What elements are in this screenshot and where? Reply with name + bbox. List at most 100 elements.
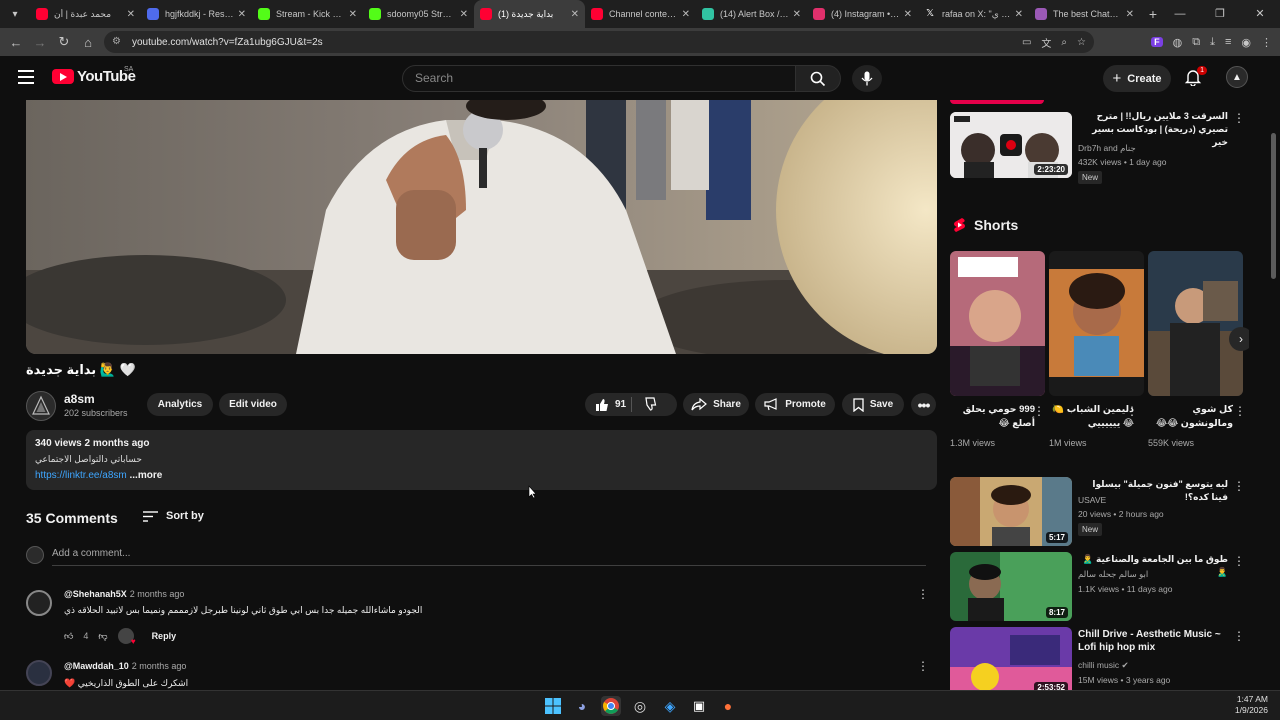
short-thumbnail[interactable] <box>1049 251 1144 396</box>
video-channel[interactable]: chilli music ✔ <box>1078 660 1129 671</box>
reading-list-icon[interactable]: ≡ <box>1225 36 1231 48</box>
short-thumbnail[interactable] <box>950 251 1045 396</box>
tab-1[interactable]: hgjfkddkj - Restre ✕ <box>141 0 252 28</box>
windows-start-icon[interactable] <box>543 696 563 716</box>
puzzle-icon[interactable]: ⧉ <box>1192 36 1200 49</box>
close-icon[interactable]: ✕ <box>238 9 246 20</box>
video-menu-icon[interactable]: ⋮ <box>1233 629 1245 643</box>
video-player[interactable] <box>26 100 937 354</box>
comment-author-handle[interactable]: @Shehanah5X <box>64 589 127 599</box>
search-input[interactable]: Search <box>402 65 796 92</box>
profile-avatar-icon[interactable]: ◉ <box>1241 36 1251 49</box>
like-button[interactable]: 91 <box>595 398 626 412</box>
close-icon[interactable]: ✕ <box>682 9 690 20</box>
thumb-up-icon[interactable]: 👍︎ <box>64 631 73 642</box>
video-channel[interactable]: ابو سالم جحله سالم <box>1078 569 1228 580</box>
comment-menu-icon[interactable]: ⋮ <box>917 587 929 601</box>
download-icon[interactable]: ⤓ <box>1210 36 1215 49</box>
creator-heart-icon[interactable]: ♥ <box>117 628 136 646</box>
analytics-button[interactable]: Analytics <box>147 393 213 416</box>
dislike-button[interactable] <box>645 397 659 414</box>
capcut-icon[interactable]: ▣ <box>689 696 709 716</box>
short-title[interactable]: 999 حومي يحلق أصلع 😂 <box>950 403 1035 431</box>
close-icon[interactable]: ✕ <box>1126 9 1134 20</box>
video-menu-icon[interactable]: ⋮ <box>1233 554 1245 568</box>
tab-3[interactable]: sdoomy05 Stream ✕ <box>363 0 474 28</box>
video-channel[interactable]: USAVE <box>1078 495 1106 505</box>
show-more-button[interactable]: ...more <box>130 470 163 481</box>
close-icon[interactable]: ✕ <box>904 9 912 20</box>
menu-dots-icon[interactable]: ⋮ <box>1261 36 1272 49</box>
cast-icon[interactable]: ▭ <box>1022 37 1031 48</box>
more-actions-button[interactable]: ••• <box>911 393 936 416</box>
maximize-icon[interactable]: ❐ <box>1200 0 1240 28</box>
extension-f-icon[interactable]: F <box>1151 37 1163 47</box>
tab-0[interactable]: محمد عبدة | أن ✕ <box>30 0 141 28</box>
video-menu-icon[interactable]: ⋮ <box>1233 111 1245 125</box>
translate-icon[interactable]: 文 <box>1041 35 1051 50</box>
discord-icon[interactable]: ◕ <box>572 696 592 716</box>
short-menu-icon[interactable]: ⋮ <box>1234 404 1246 418</box>
short-title[interactable]: دليمين الشباب 🍋😂 ييييييي <box>1049 403 1134 431</box>
video-channel[interactable]: Drb7h and جنام <box>1078 143 1228 154</box>
close-icon[interactable]: ✕ <box>793 9 801 20</box>
thumb-down-icon[interactable]: 👎︎ <box>98 631 107 642</box>
video-thumbnail[interactable]: 8:17 <box>950 552 1072 621</box>
comment-time[interactable]: 2 months ago <box>132 661 187 671</box>
system-clock[interactable]: 1:47 AM 1/9/2026 <box>1235 694 1268 716</box>
comment-time[interactable]: 2 months ago <box>130 589 185 599</box>
hamburger-menu-icon[interactable] <box>18 70 34 84</box>
video-menu-icon[interactable]: ⋮ <box>1233 479 1245 493</box>
save-button[interactable]: Save <box>842 393 904 416</box>
share-button[interactable]: Share <box>683 393 749 416</box>
short-menu-icon[interactable]: ⋮ <box>1126 404 1138 418</box>
extension-icon[interactable]: ◍ <box>1173 36 1183 49</box>
short-thumbnail[interactable] <box>1148 251 1243 396</box>
minimize-icon[interactable]: — <box>1160 0 1200 28</box>
promote-button[interactable]: Promote <box>755 393 835 416</box>
url-field[interactable]: ⚙ youtube.com/watch?v=fZa1ubg6GJU&t=2s ▭… <box>104 31 1094 53</box>
close-window-icon[interactable]: ✕ <box>1240 0 1280 28</box>
edit-video-button[interactable]: Edit video <box>219 393 287 416</box>
bookmark-star-icon[interactable]: ☆ <box>1077 37 1086 48</box>
youtube-logo[interactable]: YouTube SA <box>52 66 136 85</box>
voice-search-button[interactable] <box>852 65 882 92</box>
close-icon[interactable]: ✕ <box>1015 9 1023 20</box>
channel-avatar[interactable] <box>26 391 56 421</box>
scrollbar-thumb[interactable] <box>1271 133 1276 279</box>
tab-8[interactable]: 𝕏rafaa on X: "لكن ي ✕ <box>918 0 1029 28</box>
tab-2[interactable]: Stream - Kick Das ✕ <box>252 0 363 28</box>
forward-arrow-icon[interactable]: → <box>28 35 52 50</box>
close-icon[interactable]: ✕ <box>349 9 357 20</box>
description-box[interactable]: 340 views 2 months ago حساباتي دالتواصل … <box>26 430 937 490</box>
tab-5[interactable]: Channel content - ✕ <box>585 0 696 28</box>
firefox-icon[interactable]: ● <box>718 696 738 716</box>
chrome-icon[interactable] <box>601 696 621 716</box>
comment-author-handle[interactable]: @Mawddah_10 <box>64 661 129 671</box>
reload-icon[interactable]: ↻ <box>52 34 76 50</box>
sort-by-button[interactable]: Sort by <box>143 510 204 522</box>
obs-icon[interactable]: ◎ <box>630 696 650 716</box>
video-title[interactable]: Chill Drive - Aesthetic Music ~ Lofi hip… <box>1078 628 1228 654</box>
site-info-icon[interactable]: ⚙ <box>112 36 124 48</box>
add-comment-input[interactable]: Add a comment... <box>52 548 926 566</box>
tab-search-icon[interactable]: ▾ <box>4 3 26 25</box>
page-scrollbar[interactable] <box>1271 100 1277 690</box>
shorts-next-button[interactable]: › <box>1229 327 1249 351</box>
tab-7[interactable]: (4) Instagram • Me ✕ <box>807 0 918 28</box>
comment-author-avatar[interactable] <box>26 660 52 686</box>
description-link[interactable]: https://linktr.ee/a8sm <box>35 470 127 481</box>
create-button[interactable]: + Create <box>1103 65 1171 92</box>
home-icon[interactable]: ⌂ <box>76 35 100 50</box>
close-icon[interactable]: ✕ <box>571 9 579 20</box>
short-title[interactable]: كل شوي ومالونشون 😂😂 <box>1148 403 1233 431</box>
back-arrow-icon[interactable]: ← <box>4 35 28 50</box>
reply-button[interactable]: Reply <box>152 631 177 641</box>
close-icon[interactable]: ✕ <box>127 9 135 20</box>
video-thumbnail[interactable]: 2:23:20 <box>950 112 1072 178</box>
zoom-icon[interactable]: ⌕ <box>1061 37 1067 48</box>
comment-menu-icon[interactable]: ⋮ <box>917 659 929 673</box>
video-thumbnail[interactable]: 5:17 <box>950 477 1072 546</box>
account-avatar[interactable]: ▲ <box>1226 66 1248 88</box>
channel-name[interactable]: a8sm <box>64 392 95 406</box>
